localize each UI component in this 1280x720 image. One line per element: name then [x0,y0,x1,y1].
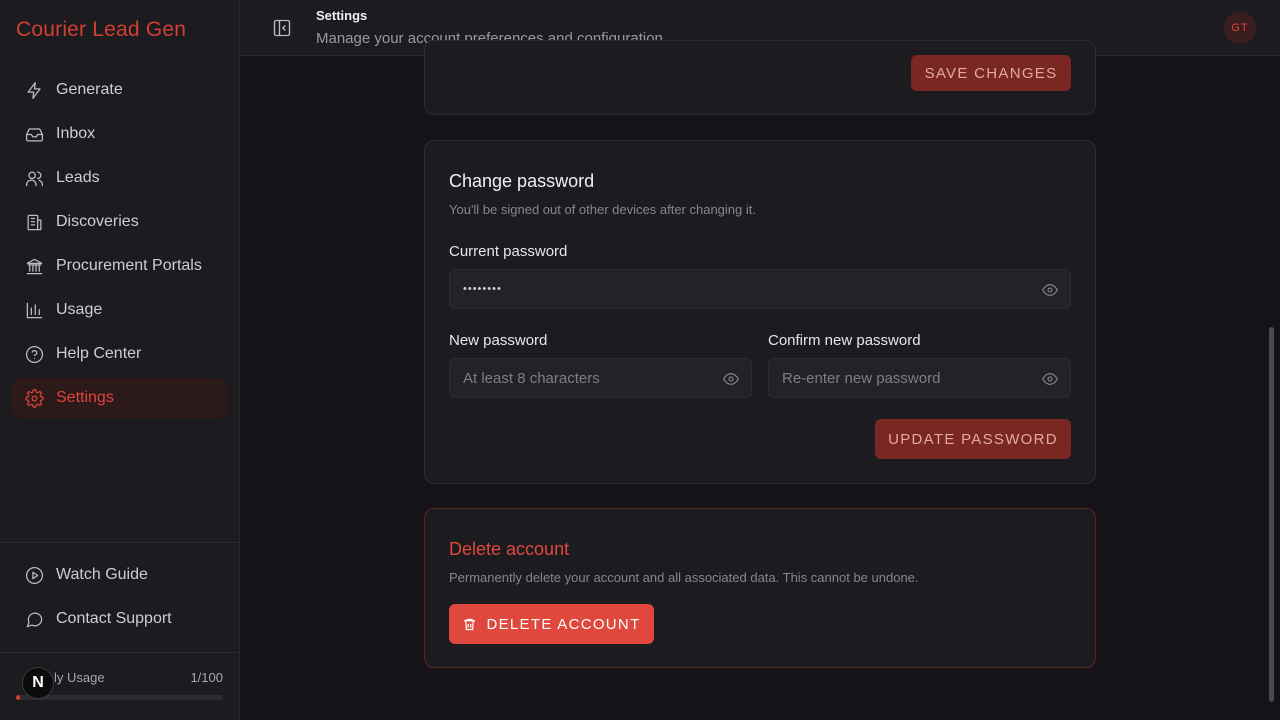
show-password-icon[interactable] [1042,282,1058,298]
panel-left-icon [273,19,291,37]
scrollbar[interactable] [1269,327,1274,702]
sidebar: Courier Lead Gen Generate Inbox Leads Di… [0,0,240,720]
sidebar-item-settings[interactable]: Settings [12,378,227,418]
trash-icon [464,618,476,630]
landmark-icon [24,256,44,276]
sidebar-item-label: Leads [56,169,100,186]
sidebar-item-usage[interactable]: Usage [12,290,227,330]
new-password-label: New password [449,332,548,349]
profile-card: SAVE CHANGES [424,40,1096,115]
sidebar-item-help-center[interactable]: Help Center [12,334,227,374]
sidebar-item-label: Discoveries [56,213,139,230]
sidebar-divider [0,542,239,543]
help-circle-icon [24,344,44,364]
new-password-field[interactable] [449,358,752,398]
sidebar-item-label: Watch Guide [56,566,148,583]
confirm-password-input[interactable] [782,369,1027,387]
show-password-icon[interactable] [1042,371,1058,387]
sidebar-item-generate[interactable]: Generate [12,70,227,110]
card-description: You'll be signed out of other devices af… [449,202,756,217]
main-nav: Generate Inbox Leads Discoveries Procure… [12,70,227,422]
current-password-field[interactable] [449,269,1071,309]
card-description: Permanently delete your account and all … [449,570,919,585]
sidebar-divider [0,652,239,653]
confirm-password-label: Confirm new password [768,332,921,349]
confirm-password-field[interactable] [768,358,1071,398]
secondary-nav: Watch Guide Contact Support [12,555,227,643]
sidebar-item-label: Generate [56,81,123,98]
brand-logo[interactable]: Courier Lead Gen [16,18,186,42]
card-title: Change password [449,171,595,191]
change-password-card: Change password You'll be signed out of … [424,140,1096,484]
avatar[interactable]: GT [1224,12,1256,44]
usage-value: 1/100 [190,670,223,685]
show-password-icon[interactable] [723,371,739,387]
sidebar-item-label: Inbox [56,125,96,142]
sidebar-item-label: Procurement Portals [56,257,202,274]
sidebar-toggle-button[interactable] [272,18,292,38]
dev-tools-badge[interactable]: N [22,667,54,699]
page-title: Settings [316,8,368,23]
sidebar-item-label: Help Center [56,345,142,362]
gear-icon [24,388,44,408]
sidebar-item-watch-guide[interactable]: Watch Guide [12,555,227,595]
sidebar-item-label: Contact Support [56,610,172,627]
sidebar-item-label: Usage [56,301,103,318]
usage-progress-fill [16,695,21,700]
sidebar-item-inbox[interactable]: Inbox [12,114,227,154]
delete-account-button[interactable]: DELETE ACCOUNT [449,604,654,644]
sidebar-item-procurement-portals[interactable]: Procurement Portals [12,246,227,286]
save-changes-button[interactable]: SAVE CHANGES [911,55,1071,91]
current-password-label: Current password [449,243,568,260]
current-password-input[interactable] [463,283,979,295]
sidebar-item-contact-support[interactable]: Contact Support [12,599,227,639]
sidebar-item-label: Settings [56,389,114,406]
inbox-icon [24,124,44,144]
bolt-icon [24,80,44,100]
sidebar-item-discoveries[interactable]: Discoveries [12,202,227,242]
delete-account-card: Delete account Permanently delete your a… [424,508,1096,668]
sidebar-item-leads[interactable]: Leads [12,158,227,198]
play-circle-icon [24,565,44,585]
card-title: Delete account [449,539,570,559]
users-icon [24,168,44,188]
message-circle-icon [24,609,44,629]
update-password-button[interactable]: UPDATE PASSWORD [875,419,1071,459]
building-icon [24,212,44,232]
delete-account-label: DELETE ACCOUNT [486,615,641,633]
new-password-input[interactable] [463,369,708,387]
bar-chart-icon [24,300,44,320]
